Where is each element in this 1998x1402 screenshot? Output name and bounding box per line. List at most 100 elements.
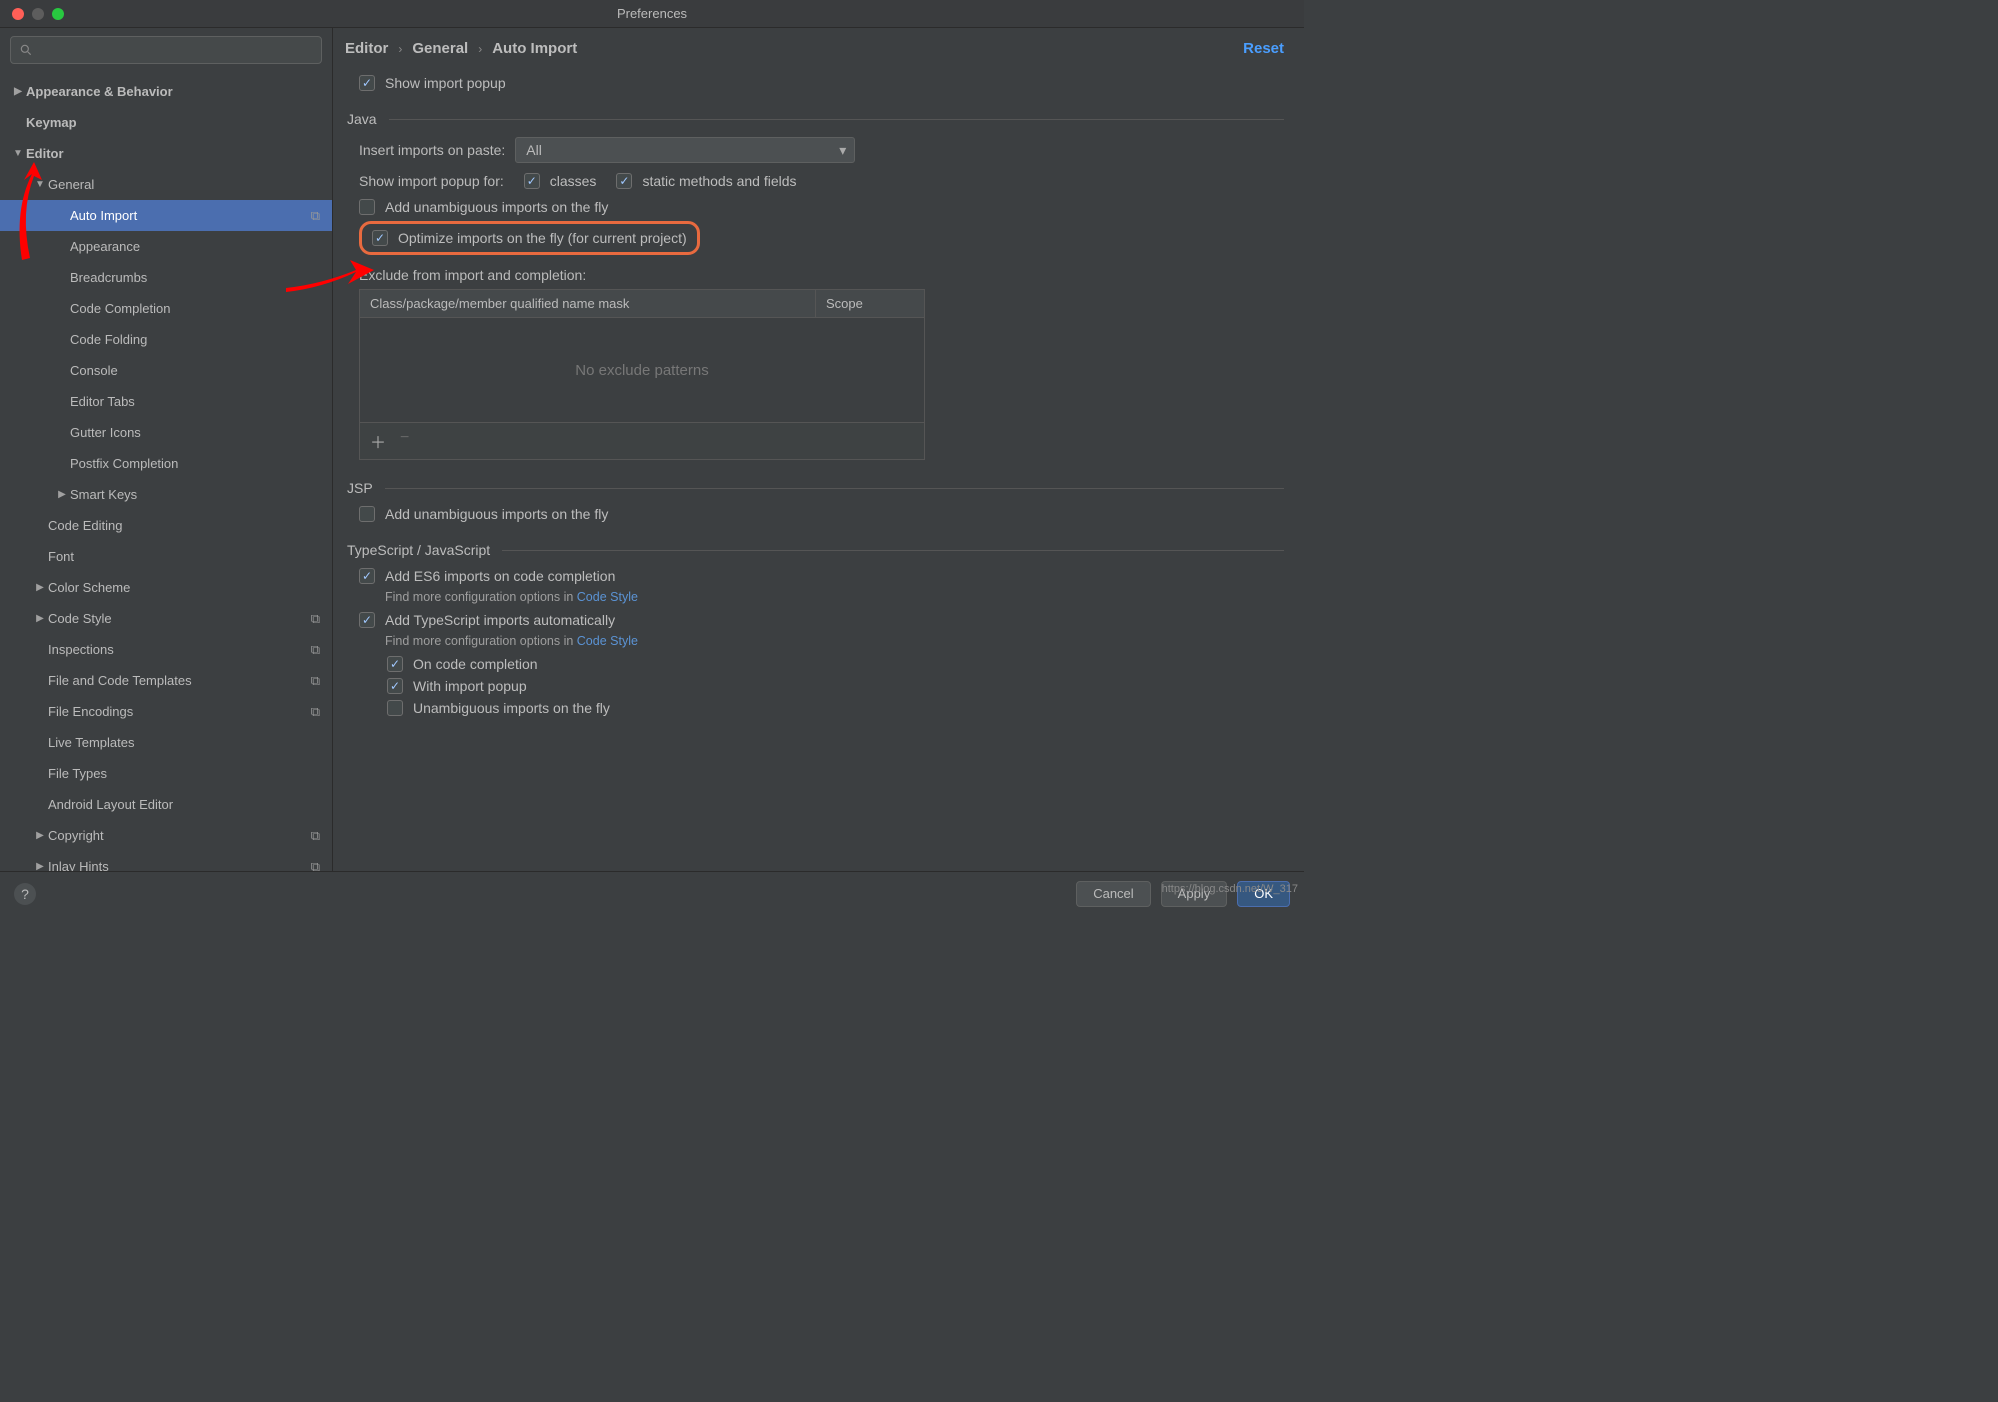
checkbox-icon <box>359 612 375 628</box>
breadcrumb: Editor › General › Auto Import <box>345 40 577 57</box>
divider <box>502 550 1284 551</box>
sidebar-item-label: Code Editing <box>48 518 122 533</box>
sidebar-item-inlay-hints[interactable]: ▶Inlay Hints⧉ <box>0 851 332 871</box>
project-scope-icon: ⧉ <box>311 673 320 689</box>
exclude-table: Class/package/member qualified name mask… <box>359 289 925 460</box>
add-unambiguous-java-checkbox[interactable]: Add unambiguous imports on the fly <box>359 199 1284 215</box>
sidebar-item-editor-tabs[interactable]: Editor Tabs <box>0 386 332 417</box>
sidebar-item-smart-keys[interactable]: ▶Smart Keys <box>0 479 332 510</box>
sidebar-item-console[interactable]: Console <box>0 355 332 386</box>
sidebar-item-label: Appearance <box>70 239 140 254</box>
chevron-down-icon: ▼ <box>10 148 26 159</box>
code-style-link[interactable]: Code Style <box>577 590 638 604</box>
divider <box>389 119 1284 120</box>
sidebar-item-live-templates[interactable]: Live Templates <box>0 727 332 758</box>
on-code-completion-checkbox[interactable]: On code completion <box>387 656 1284 672</box>
checkbox-icon <box>387 678 403 694</box>
sidebar-item-label: Copyright <box>48 828 104 843</box>
optimize-imports-checkbox[interactable]: Optimize imports on the fly (for current… <box>372 230 687 246</box>
chevron-right-icon: ▶ <box>32 861 48 871</box>
add-ts-checkbox[interactable]: Add TypeScript imports automatically <box>359 612 1284 628</box>
breadcrumb-editor[interactable]: Editor <box>345 40 388 57</box>
chevron-right-icon: ▶ <box>10 86 26 97</box>
remove-exclude-button[interactable]: − <box>400 429 409 453</box>
checkbox-icon <box>524 173 540 189</box>
sidebar-item-general[interactable]: ▼General <box>0 169 332 200</box>
sidebar-item-auto-import[interactable]: Auto Import⧉ <box>0 200 332 231</box>
sidebar-item-breadcrumbs[interactable]: Breadcrumbs <box>0 262 332 293</box>
sidebar-item-copyright[interactable]: ▶Copyright⧉ <box>0 820 332 851</box>
sidebar-item-inspections[interactable]: Inspections⧉ <box>0 634 332 665</box>
section-jsp-title: JSP <box>347 480 373 496</box>
static-methods-checkbox[interactable]: static methods and fields <box>616 173 796 189</box>
chevron-right-icon: ▶ <box>32 582 48 593</box>
sidebar-item-appearance[interactable]: Appearance <box>0 231 332 262</box>
sidebar-item-label: Android Layout Editor <box>48 797 173 812</box>
cancel-button[interactable]: Cancel <box>1076 881 1150 907</box>
maximize-window-button[interactable] <box>52 8 64 20</box>
sidebar-item-file-and-code-templates[interactable]: File and Code Templates ⧉ <box>0 665 332 696</box>
checkbox-icon <box>616 173 632 189</box>
sidebar-item-label: Code Folding <box>70 332 147 347</box>
insert-imports-label: Insert imports on paste: <box>359 142 505 158</box>
sidebar-item-code-folding[interactable]: Code Folding <box>0 324 332 355</box>
chevron-right-icon: ▶ <box>54 489 70 500</box>
sidebar-item-file-types[interactable]: File Types <box>0 758 332 789</box>
insert-imports-select[interactable]: All <box>515 137 855 163</box>
exclude-label: Exclude from import and completion: <box>359 267 1284 283</box>
code-style-link[interactable]: Code Style <box>577 634 638 648</box>
sidebar-item-code-completion[interactable]: Code Completion <box>0 293 332 324</box>
unambiguous-ts-checkbox[interactable]: Unambiguous imports on the fly <box>387 700 1284 716</box>
breadcrumb-general[interactable]: General <box>412 40 468 57</box>
checkbox-icon <box>387 656 403 672</box>
project-scope-icon: ⧉ <box>311 611 320 627</box>
sidebar-item-appearance-behavior[interactable]: ▶Appearance & Behavior <box>0 76 332 107</box>
checkbox-icon <box>372 230 388 246</box>
reset-link[interactable]: Reset <box>1243 40 1284 57</box>
search-input[interactable] <box>10 36 322 64</box>
exclude-empty: No exclude patterns <box>360 318 924 422</box>
exclude-col-name[interactable]: Class/package/member qualified name mask <box>360 290 816 317</box>
sidebar-item-font[interactable]: Font <box>0 541 332 572</box>
checkbox-icon <box>387 700 403 716</box>
sidebar: ▶Appearance & BehaviorKeymap▼Editor▼Gene… <box>0 28 333 871</box>
add-es6-checkbox[interactable]: Add ES6 imports on code completion <box>359 568 1284 584</box>
hint-ts: Find more configuration options in Code … <box>385 634 1284 648</box>
help-button[interactable]: ? <box>14 883 36 905</box>
chevron-down-icon: ▼ <box>32 179 48 190</box>
window-titlebar: Preferences <box>0 0 1304 28</box>
sidebar-item-label: Inspections <box>48 642 114 657</box>
sidebar-item-editor[interactable]: ▼Editor <box>0 138 332 169</box>
add-unambiguous-jsp-checkbox[interactable]: Add unambiguous imports on the fly <box>359 506 1284 522</box>
project-scope-icon: ⧉ <box>311 828 320 844</box>
sidebar-item-keymap[interactable]: Keymap <box>0 107 332 138</box>
sidebar-item-label: Editor Tabs <box>70 394 135 409</box>
sidebar-item-label: File and Code Templates <box>48 673 192 688</box>
sidebar-item-code-editing[interactable]: Code Editing <box>0 510 332 541</box>
classes-checkbox[interactable]: classes <box>524 173 597 189</box>
show-import-popup-row[interactable]: Show import popup <box>359 75 1284 91</box>
sidebar-item-label: Smart Keys <box>70 487 137 502</box>
with-import-popup-checkbox[interactable]: With import popup <box>387 678 1284 694</box>
sidebar-item-color-scheme[interactable]: ▶Color Scheme <box>0 572 332 603</box>
sidebar-item-label: Appearance & Behavior <box>26 84 173 99</box>
sidebar-item-android-layout-editor[interactable]: Android Layout Editor <box>0 789 332 820</box>
chevron-right-icon: › <box>478 42 482 56</box>
section-java-title: Java <box>347 111 377 127</box>
add-exclude-button[interactable]: ＋ <box>370 429 386 453</box>
sidebar-item-label: General <box>48 177 94 192</box>
close-window-button[interactable] <box>12 8 24 20</box>
sidebar-item-label: Postfix Completion <box>70 456 178 471</box>
checkbox-icon <box>359 75 375 91</box>
sidebar-item-postfix-completion[interactable]: Postfix Completion <box>0 448 332 479</box>
sidebar-item-file-encodings[interactable]: File Encodings⧉ <box>0 696 332 727</box>
watermark: https://blog.csdn.net/W_317 <box>1162 883 1298 895</box>
sidebar-item-code-style[interactable]: ▶Code Style⧉ <box>0 603 332 634</box>
sidebar-item-label: File Encodings <box>48 704 133 719</box>
sidebar-item-label: Keymap <box>26 115 77 130</box>
sidebar-item-gutter-icons[interactable]: Gutter Icons <box>0 417 332 448</box>
exclude-col-scope[interactable]: Scope <box>816 290 924 317</box>
sidebar-item-label: Breadcrumbs <box>70 270 147 285</box>
breadcrumb-auto-import: Auto Import <box>492 40 577 57</box>
minimize-window-button[interactable] <box>32 8 44 20</box>
